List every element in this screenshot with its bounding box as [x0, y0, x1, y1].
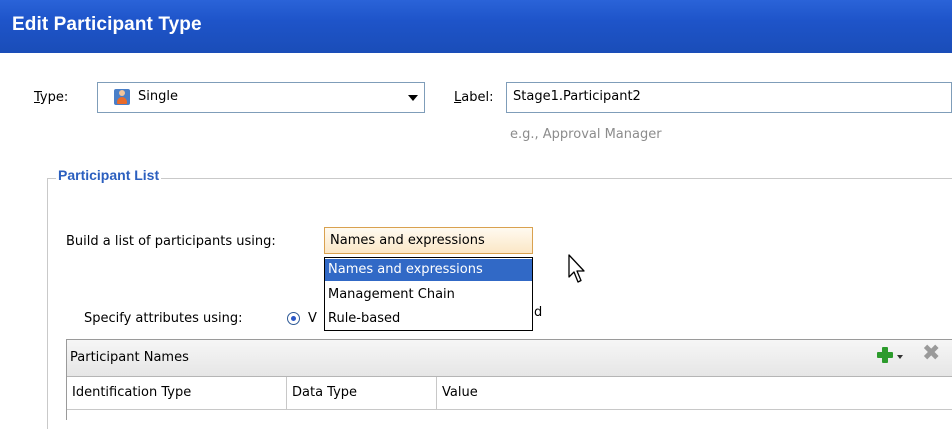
chevron-down-icon[interactable]: [897, 355, 903, 359]
user-icon: [114, 89, 130, 105]
type-select[interactable]: Single: [97, 82, 425, 113]
participant-list-title: Participant List: [56, 167, 162, 183]
attributes-label: Specify attributes using:: [84, 311, 243, 326]
close-icon[interactable]: ✖: [922, 343, 940, 365]
label-field-label: Label:: [454, 90, 494, 105]
dropdown-option-rule-based[interactable]: Rule-based: [325, 308, 532, 330]
plus-icon[interactable]: [876, 346, 894, 364]
dropdown-option-names-and-expressions[interactable]: Names and expressions: [325, 259, 532, 281]
build-list-label: Build a list of participants using:: [66, 234, 276, 249]
window-title: Edit Participant Type: [12, 14, 202, 35]
chevron-down-icon[interactable]: [408, 94, 418, 101]
attributes-trailing-text: d: [534, 305, 543, 320]
dropdown-option-management-chain[interactable]: Management Chain: [325, 284, 532, 306]
mouse-cursor-icon: [568, 254, 585, 283]
column-header[interactable]: Identification Type: [67, 377, 287, 409]
participant-names-title: Participant Names: [70, 350, 189, 365]
build-list-select-value: Names and expressions: [330, 233, 485, 248]
title-bar: Edit Participant Type: [0, 0, 952, 53]
column-header[interactable]: Data Type: [287, 377, 437, 409]
label-input-value: Stage1.Participant2: [513, 89, 641, 104]
column-header[interactable]: Value: [437, 377, 952, 409]
build-list-select[interactable]: Names and expressions: [324, 227, 533, 254]
type-select-value: Single: [138, 89, 178, 104]
label-input[interactable]: Stage1.Participant2: [506, 82, 952, 113]
type-label: Type:: [34, 90, 69, 105]
attributes-radio[interactable]: [287, 312, 300, 325]
attributes-radio-label[interactable]: V: [308, 311, 317, 326]
participant-names-header: [67, 340, 952, 377]
build-list-dropdown[interactable]: Names and expressions Management Chain R…: [324, 257, 533, 331]
label-hint: e.g., Approval Manager: [510, 127, 662, 142]
table-row-divider: [67, 409, 952, 410]
